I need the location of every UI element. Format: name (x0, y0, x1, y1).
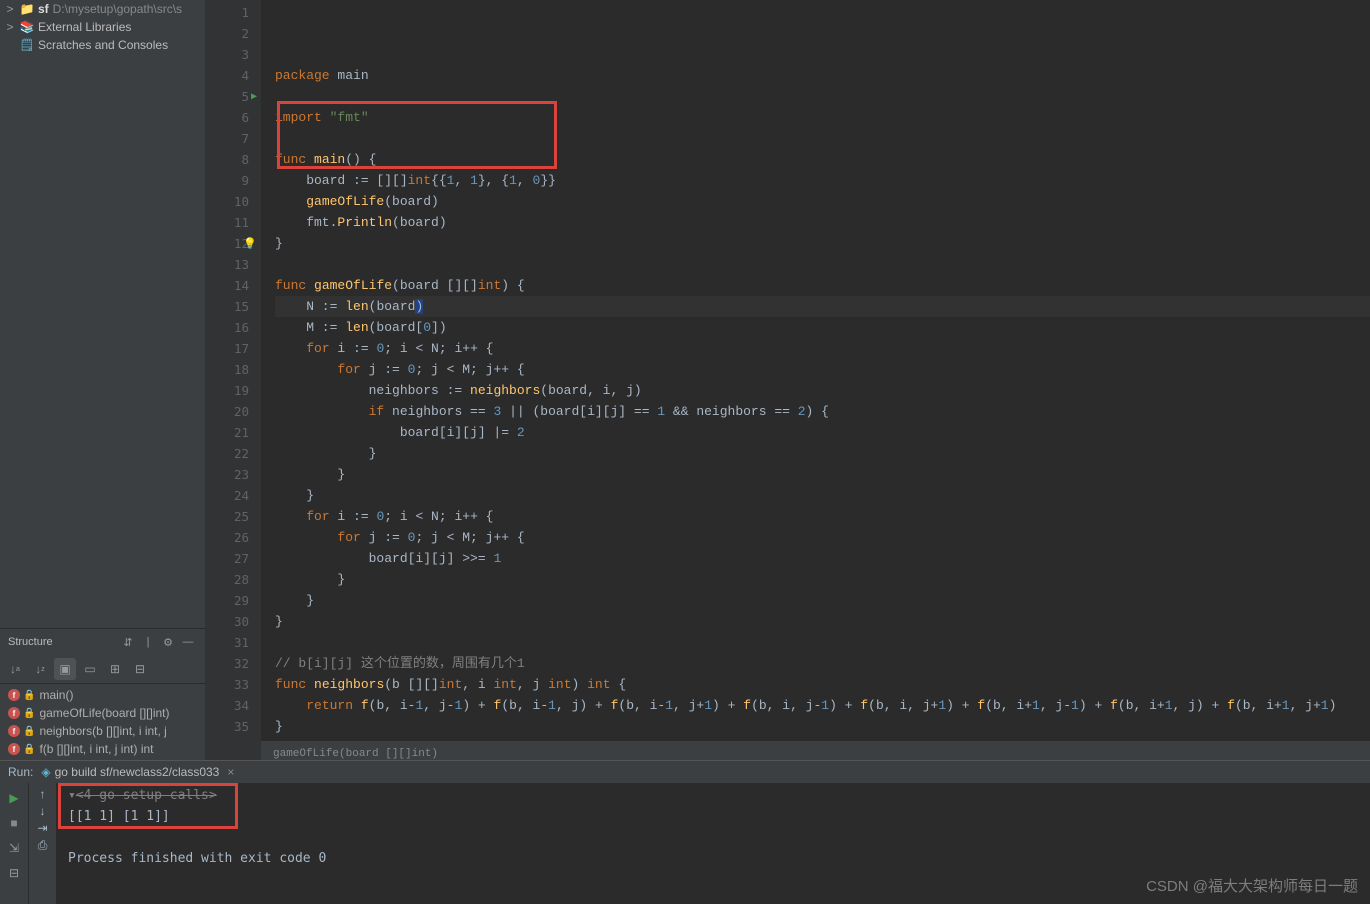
code-line[interactable]: } (275, 443, 1370, 464)
setup-calls: <4 go setup calls> (76, 788, 217, 803)
sort-alpha-icon[interactable]: ↓a (4, 658, 26, 680)
code-line[interactable] (275, 128, 1370, 149)
lock-icon: 🔒 (23, 744, 35, 755)
structure-item-label: f(b [][]int, i int, j int) int (39, 742, 153, 756)
code-line[interactable]: N := len(board) (275, 296, 1370, 317)
structure-item[interactable]: f🔒 gameOfLife(board [][]int) (0, 704, 205, 722)
code-area[interactable]: package main import "fmt" func main() { bo… (261, 0, 1370, 760)
code-line[interactable]: neighbors := neighbors(board, i, j) (275, 380, 1370, 401)
close-icon[interactable]: × (227, 765, 234, 779)
line-gutter[interactable]: 12345▶6789101112💡13141516171819202122232… (206, 0, 261, 760)
show-fields-icon[interactable]: ▣ (54, 658, 76, 680)
watermark: CSDN @福大大架构师每日一题 (1146, 875, 1358, 896)
expand-all-icon[interactable]: ⇵ (119, 633, 137, 651)
code-line[interactable]: if neighbors == 3 || (board[i][j] == 1 &… (275, 401, 1370, 422)
run-gutter-icon[interactable]: ▶ (251, 86, 257, 107)
run-label: Run: (8, 765, 33, 779)
code-line[interactable]: return f(b, i-1, j-1) + f(b, i-1, j) + f… (275, 695, 1370, 716)
code-line[interactable]: } (275, 464, 1370, 485)
group-icon[interactable]: ▭ (79, 658, 101, 680)
up-icon[interactable]: ↑ (40, 787, 46, 801)
sidebar: > 📁 sf D:\mysetup\gopath\src\s > 📚 Exter… (0, 0, 206, 760)
code-line[interactable]: package main (275, 65, 1370, 86)
scratches-consoles[interactable]: 🗒 Scratches and Consoles (0, 36, 205, 54)
run-tab-label: go build sf/newclass2/class033 (55, 765, 220, 779)
function-badge-icon: f (8, 743, 20, 755)
scratch-icon: 🗒 (19, 38, 35, 52)
structure-item-label: main() (39, 688, 73, 702)
code-line[interactable]: board[i][j] |= 2 (275, 422, 1370, 443)
run-config-tab[interactable]: ◈ go build sf/newclass2/class033 × (33, 763, 242, 781)
ext-lib-label: External Libraries (38, 20, 131, 34)
code-line[interactable] (275, 632, 1370, 653)
chevron-right-icon: > (4, 2, 16, 16)
code-line[interactable]: } (275, 569, 1370, 590)
exit-message: Process finished with exit code 0 (68, 848, 1358, 869)
code-line[interactable]: gameOfLife(board) (275, 191, 1370, 212)
code-line[interactable]: func main() { (275, 149, 1370, 170)
code-line[interactable]: func neighbors(b [][]int, i int, j int) … (275, 674, 1370, 695)
breadcrumb[interactable]: gameOfLife(board [][]int) (261, 740, 1370, 760)
library-icon: 📚 (19, 20, 35, 34)
code-line[interactable]: board := [][]int{{1, 1}, {1, 0}} (275, 170, 1370, 191)
go-icon: ◈ (41, 765, 50, 779)
scratch-label: Scratches and Consoles (38, 38, 168, 52)
down-icon[interactable]: ↓ (40, 804, 46, 818)
root-name: sf (38, 2, 49, 16)
code-line[interactable]: for i := 0; i < N; i++ { (275, 338, 1370, 359)
project-tree: > 📁 sf D:\mysetup\gopath\src\s > 📚 Exter… (0, 0, 205, 628)
rerun-icon[interactable]: ▶ (3, 787, 25, 809)
structure-pane: Structure ⇵ | ⚙ — ↓a ↓z ▣ ▭ ⊞ ⊟ f🔒main()… (0, 628, 205, 760)
code-line[interactable]: for j := 0; j < M; j++ { (275, 359, 1370, 380)
function-badge-icon: f (8, 689, 20, 701)
code-line[interactable]: } (275, 485, 1370, 506)
code-line[interactable]: func gameOfLife(board [][]int) { (275, 275, 1370, 296)
code-line[interactable] (275, 254, 1370, 275)
code-line[interactable]: } (275, 590, 1370, 611)
function-badge-icon: f (8, 725, 20, 737)
print-icon[interactable]: ⎙ (38, 838, 48, 853)
root-path: D:\mysetup\gopath\src\s (53, 2, 182, 16)
structure-item[interactable]: f🔒 f(b [][]int, i int, j int) int (0, 740, 205, 758)
structure-title: Structure (8, 636, 117, 648)
structure-item-label: neighbors(b [][]int, i int, j (39, 724, 166, 738)
intention-bulb-icon[interactable]: 💡 (243, 233, 257, 254)
function-badge-icon: f (8, 707, 20, 719)
structure-item[interactable]: f🔒 main() (0, 686, 205, 704)
minimize-icon[interactable]: — (179, 633, 197, 651)
code-line[interactable]: M := len(board[0]) (275, 317, 1370, 338)
sort-type-icon[interactable]: ↓z (29, 658, 51, 680)
code-line[interactable]: for i := 0; i < N; i++ { (275, 506, 1370, 527)
project-root[interactable]: > 📁 sf D:\mysetup\gopath\src\s (0, 0, 205, 18)
layout-icon[interactable]: ⇲ (3, 837, 25, 859)
lock-icon: 🔒 (23, 726, 35, 737)
code-line[interactable]: fmt.Println(board) (275, 212, 1370, 233)
code-line[interactable]: } (275, 611, 1370, 632)
setup-marker: ▾ (68, 788, 76, 803)
program-output: [[1 1] [1 1]] (68, 806, 1358, 827)
code-line[interactable]: } (275, 233, 1370, 254)
stop-icon[interactable]: ■ (3, 812, 25, 834)
lock-icon: 🔒 (23, 690, 35, 701)
code-line[interactable]: import "fmt" (275, 107, 1370, 128)
code-line[interactable]: } (275, 716, 1370, 737)
chevron-right-icon: > (4, 20, 16, 34)
separator-icon: | (139, 633, 157, 651)
external-libraries[interactable]: > 📚 External Libraries (0, 18, 205, 36)
collapse-icon[interactable]: ⊟ (129, 658, 151, 680)
wrap-icon[interactable]: ⇥ (37, 821, 47, 835)
expand-icon[interactable]: ⊞ (104, 658, 126, 680)
folder-icon: 📁 (19, 2, 35, 16)
gear-icon[interactable]: ⚙ (159, 633, 177, 651)
code-line[interactable] (275, 86, 1370, 107)
code-line[interactable]: // b[i][j] 这个位置的数，周围有几个1 (275, 653, 1370, 674)
code-line[interactable]: board[i][j] >>= 1 (275, 548, 1370, 569)
lock-icon: 🔒 (23, 708, 35, 719)
code-line[interactable]: for j := 0; j < M; j++ { (275, 527, 1370, 548)
structure-item[interactable]: f🔒 neighbors(b [][]int, i int, j (0, 722, 205, 740)
code-editor[interactable]: 12345▶6789101112💡13141516171819202122232… (206, 0, 1370, 760)
structure-item-label: gameOfLife(board [][]int) (39, 706, 169, 720)
pin-icon[interactable]: ⊟ (3, 862, 25, 884)
